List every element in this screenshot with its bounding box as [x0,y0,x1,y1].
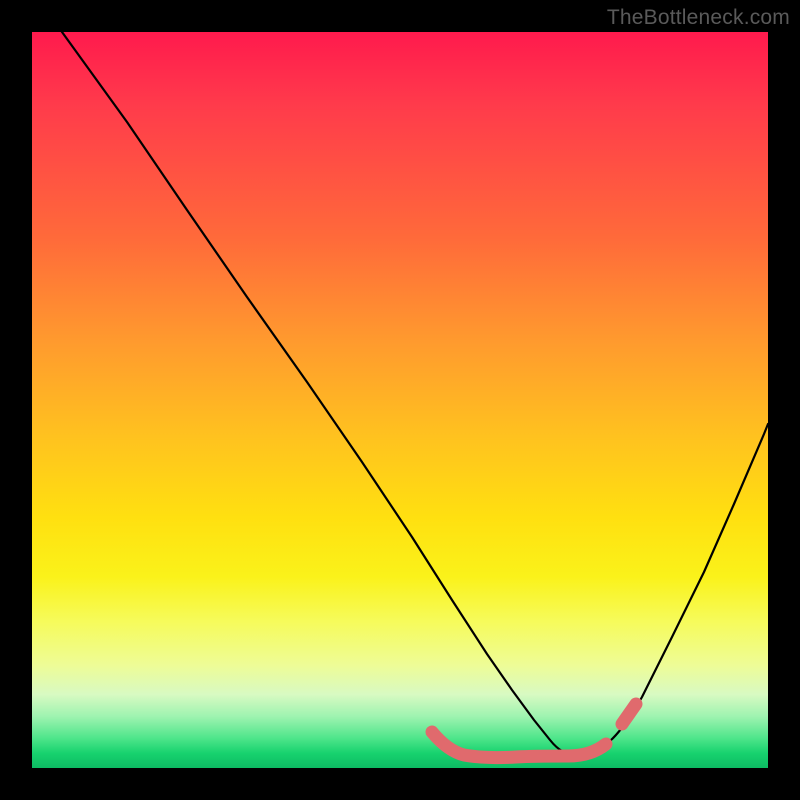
plot-area [32,32,768,768]
flat-minimum-highlight [432,732,606,758]
chart-frame: TheBottleneck.com [0,0,800,800]
curve-layer [32,32,768,768]
watermark-text: TheBottleneck.com [607,6,790,30]
highlight-right-dash [622,704,636,724]
bottleneck-curve [62,32,768,755]
